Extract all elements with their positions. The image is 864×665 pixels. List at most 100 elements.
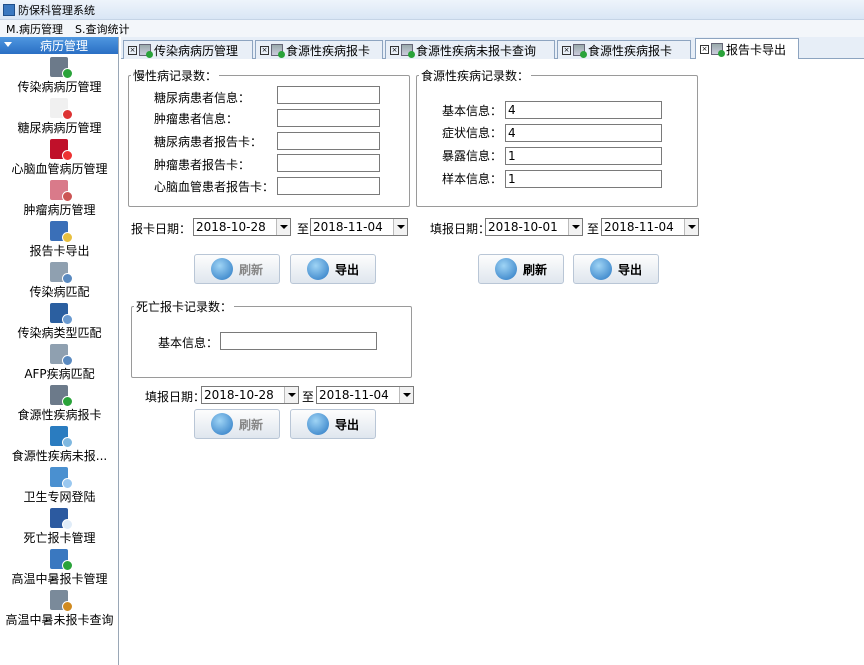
export-label: 导出	[334, 262, 359, 277]
tab-food-unreported[interactable]: × 食源性疾病未报卡查询	[385, 40, 555, 59]
export-panel: 慢性病记录数： 糖尿病患者信息： 肿瘤患者信息： 糖尿病患者报告卡： 肿瘤患者报…	[121, 59, 864, 665]
chevron-down-icon[interactable]	[568, 219, 582, 235]
death-refresh-button[interactable]: 刷新	[194, 409, 280, 439]
diabetes-report-label: 糖尿病患者报告卡：	[154, 135, 263, 149]
magnifier-icon	[210, 258, 233, 280]
food-sample-label: 样本信息：	[442, 172, 503, 186]
sidebar-item-label: 传染病类型匹配	[17, 326, 102, 340]
close-icon[interactable]: ×	[390, 45, 399, 55]
close-icon[interactable]: ×	[562, 45, 571, 55]
document-add-icon	[47, 383, 73, 407]
heart-icon	[47, 137, 73, 161]
sidebar: 病历管理 传染病病历管理糖尿病病历管理心脑血管病历管理 肿瘤病历管理报告卡导出传染…	[0, 37, 119, 665]
food-basic-label: 基本信息：	[442, 104, 503, 118]
food-date-to[interactable]: 2018-11-04	[601, 218, 699, 236]
chevron-down-icon[interactable]	[284, 387, 298, 403]
date-value: 2018-11-04	[313, 220, 383, 234]
food-date-from[interactable]: 2018-10-01	[485, 218, 583, 236]
collapse-caret-icon[interactable]	[4, 42, 12, 47]
cardio-report-field[interactable]	[277, 177, 380, 195]
food-legend: 食源性疾病记录数：	[421, 69, 530, 83]
printer-icon	[306, 258, 329, 280]
tab-report-export[interactable]: × 报告卡导出	[695, 38, 799, 59]
chronic-refresh-button[interactable]: 刷新	[194, 254, 280, 284]
sidebar-item-label: 死亡报卡管理	[23, 531, 96, 545]
tumor-patient-field[interactable]	[277, 109, 380, 127]
death-legend: 死亡报卡记录数：	[136, 300, 233, 314]
sidebar-item-10[interactable]: 食源性疾病未报...	[0, 424, 119, 465]
sidebar-item-2[interactable]: 糖尿病病历管理	[0, 96, 119, 137]
window-title: 防保科管理系统	[18, 3, 95, 17]
sidebar-item-13[interactable]: 高温中暑报卡管理	[0, 547, 119, 588]
to-label: 至	[587, 222, 600, 236]
food-sample-field[interactable]: 1	[505, 170, 662, 188]
menu-bar: M.病历管理 S.查询统计	[0, 20, 864, 37]
printer-icon	[589, 258, 612, 280]
sidebar-item-4[interactable]: 肿瘤病历管理	[0, 178, 119, 219]
sidebar-item-11[interactable]: 卫生专网登陆	[0, 465, 119, 506]
sidebar-item-9[interactable]: 食源性疾病报卡	[0, 383, 119, 424]
death-basic-label: 基本信息：	[158, 336, 219, 350]
close-icon[interactable]: ×	[128, 45, 137, 55]
sidebar-header[interactable]: 病历管理	[0, 37, 118, 54]
chevron-down-icon[interactable]	[393, 219, 407, 235]
sidebar-item-12[interactable]: 死亡报卡管理	[0, 506, 119, 547]
tab-label: 食源性疾病报卡	[286, 43, 371, 58]
cardio-report-label: 心脑血管患者报告卡：	[154, 180, 275, 194]
chronic-export-button[interactable]: 导出	[290, 254, 376, 284]
tab-food-report[interactable]: × 食源性疾病报卡	[255, 40, 383, 59]
printer-icon	[306, 413, 329, 435]
export-label: 导出	[334, 417, 359, 432]
title-bar: 防保科管理系统	[0, 0, 864, 20]
document-add-icon	[573, 44, 587, 58]
sidebar-item-1[interactable]: 传染病病历管理	[0, 55, 119, 96]
chronic-date-to[interactable]: 2018-11-04	[310, 218, 408, 236]
close-icon[interactable]: ×	[260, 45, 269, 55]
food-refresh-button[interactable]: 刷新	[478, 254, 564, 284]
chevron-down-icon[interactable]	[399, 387, 413, 403]
tab-food-report-2[interactable]: × 食源性疾病报卡	[557, 40, 691, 59]
tab-label: 报告卡导出	[726, 42, 787, 57]
to-label: 至	[297, 222, 310, 236]
close-icon[interactable]: ×	[700, 44, 709, 54]
food-date-label: 填报日期：	[430, 222, 491, 236]
sidebar-item-label: 糖尿病病历管理	[17, 121, 102, 135]
chevron-down-icon[interactable]	[276, 219, 290, 235]
food-symptom-field[interactable]: 4	[505, 124, 662, 142]
document-add-icon	[271, 44, 285, 58]
sidebar-item-label: 传染病匹配	[29, 285, 90, 299]
sidebar-item-3[interactable]: 心脑血管病历管理	[0, 137, 119, 178]
food-exposure-field[interactable]: 1	[505, 147, 662, 165]
food-basic-field[interactable]: 4	[505, 101, 662, 119]
death-basic-field[interactable]	[220, 332, 377, 350]
death-date-to[interactable]: 2018-11-04	[316, 386, 414, 404]
death-export-button[interactable]: 导出	[290, 409, 376, 439]
sidebar-item-7[interactable]: 传染病类型匹配	[0, 301, 119, 342]
date-value: 2018-10-01	[488, 220, 558, 234]
menu-records[interactable]: M.病历管理	[0, 21, 69, 37]
date-value: 2018-10-28	[204, 388, 274, 402]
sidebar-item-6[interactable]: 传染病匹配	[0, 260, 119, 301]
gears-icon	[47, 342, 73, 366]
food-export-button[interactable]: 导出	[573, 254, 659, 284]
sidebar-item-14[interactable]: 高温中暑未报卡查询	[0, 588, 119, 629]
diabetes-report-field[interactable]	[277, 132, 380, 150]
to-label: 至	[302, 390, 315, 404]
chronic-date-from[interactable]: 2018-10-28	[193, 218, 291, 236]
sidebar-item-label: 高温中暑报卡管理	[11, 572, 108, 586]
sidebar-item-8[interactable]: AFP疾病匹配	[0, 342, 119, 383]
death-date-label: 填报日期：	[145, 390, 206, 404]
clipboard-icon	[47, 219, 73, 243]
tumor-report-field[interactable]	[277, 154, 380, 172]
chevron-down-icon[interactable]	[684, 219, 698, 235]
death-date-from[interactable]: 2018-10-28	[201, 386, 299, 404]
sidebar-item-label: 报告卡导出	[29, 244, 90, 258]
tab-infectious-records[interactable]: × 传染病病历管理	[123, 40, 253, 59]
diabetes-patient-field[interactable]	[277, 86, 380, 104]
refresh-label: 刷新	[238, 417, 263, 432]
checkmark-icon	[47, 547, 73, 571]
document-add-icon	[711, 43, 725, 57]
menu-statistics[interactable]: S.查询统计	[69, 21, 135, 37]
sidebar-item-5[interactable]: 报告卡导出	[0, 219, 119, 260]
tab-label: 传染病病历管理	[154, 43, 239, 58]
